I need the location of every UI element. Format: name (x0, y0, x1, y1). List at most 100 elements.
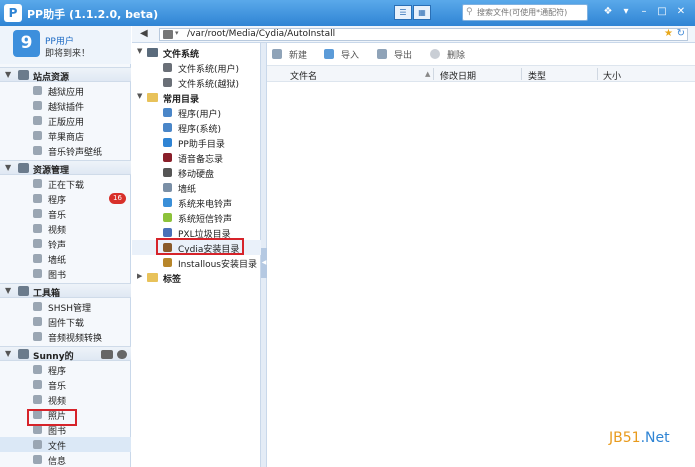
search-box[interactable]: ⚲ (462, 4, 588, 21)
import-button[interactable]: 导入 (324, 48, 364, 61)
tree-group-filesystem[interactable]: ▼ 文件系统 (132, 45, 261, 60)
export-button[interactable]: 导出 (377, 48, 417, 61)
pp-icon (163, 138, 172, 147)
sidebar-item-firmware[interactable]: 固件下载 (0, 314, 131, 329)
sidebar-item-shsh[interactable]: SHSH管理 (0, 299, 131, 314)
section-site-resources[interactable]: ▼ 站点资源 (0, 67, 131, 83)
sidebar-item-apple-store[interactable]: 苹果商店 (0, 128, 131, 143)
sidebar-item-device-music[interactable]: 音乐 (0, 377, 131, 392)
search-input[interactable] (477, 6, 585, 19)
shsh-icon (33, 302, 42, 311)
column-header-size[interactable]: 大小 (603, 69, 621, 82)
app-title: PP助手 (1.1.2.0, beta) (27, 8, 159, 21)
highlight-box-files (27, 409, 77, 426)
file-table-header: 文件名 ▲ 修改日期 类型 大小 (267, 65, 695, 82)
sidebar-item-jailbreak-apps[interactable]: 越狱应用 (0, 83, 131, 98)
tree-item-installous-dir[interactable]: Installous安装目录 (132, 255, 261, 270)
download-icon (33, 179, 42, 188)
tree-group-tags[interactable]: ▶ 标签 (132, 270, 261, 285)
sidebar-item-ringtones[interactable]: 铃声 (0, 236, 131, 251)
video-icon (33, 395, 42, 404)
sidebar-item-programs[interactable]: 程序 16 (0, 191, 131, 206)
column-divider[interactable] (433, 68, 434, 80)
sidebar-item-av-convert[interactable]: 音频视频转换 (0, 329, 131, 344)
section-toolbox[interactable]: ▼ 工具箱 (0, 283, 131, 299)
dropdown-icon[interactable]: ▾ (175, 29, 179, 37)
column-header-modified[interactable]: 修改日期 (440, 69, 476, 82)
wallpaper-icon (33, 254, 42, 263)
column-divider[interactable] (597, 68, 598, 80)
chevron-down-icon: ▼ (137, 92, 143, 100)
grid-view-icon[interactable]: ▦ (413, 5, 431, 20)
skin-icon[interactable]: ❖ (600, 5, 616, 19)
tree-item-mobile-disk[interactable]: 移动硬盘 (132, 165, 261, 180)
tree-item-fs-user[interactable]: 文件系统(用户) (132, 60, 261, 75)
device-icon (18, 349, 29, 359)
tree-item-sms-ringtone[interactable]: 系统短信铃声 (132, 210, 261, 225)
column-header-type[interactable]: 类型 (528, 69, 546, 82)
book-icon (33, 425, 42, 434)
book-icon (33, 269, 42, 278)
app-logo: P (4, 4, 22, 22)
toolbox-icon (18, 286, 29, 296)
sidebar-item-books[interactable]: 图书 (0, 266, 131, 281)
sidebar-item-jailbreak-plugins[interactable]: 越狱插件 (0, 98, 131, 113)
chevron-down-icon: ▼ (137, 47, 143, 55)
tree-group-common[interactable]: ▼ 常用目录 (132, 90, 261, 105)
sidebar-item-device-messages[interactable]: 信息 (0, 452, 131, 467)
path-text[interactable]: /var/root/Media/Cydia/AutoInstall (187, 29, 335, 39)
star-icon[interactable]: ★ (664, 28, 673, 39)
battery-icon (101, 350, 113, 359)
search-icon: ⚲ (466, 7, 473, 17)
sort-arrow-icon[interactable]: ▲ (425, 70, 430, 78)
avatar: 9 (13, 30, 40, 57)
sidebar-item-downloading[interactable]: 正在下载 (0, 176, 131, 191)
title-bar: P PP助手 (1.1.2.0, beta) ☰ ▦ ⚲ ❖ ▾ – □ ✕ (0, 0, 695, 26)
list-view-icon[interactable]: ☰ (394, 5, 412, 20)
home-icon (18, 70, 29, 80)
menu-icon[interactable]: ▾ (618, 5, 634, 19)
sidebar-item-device-programs[interactable]: 程序 (0, 362, 131, 377)
delete-button[interactable]: 删除 (430, 48, 470, 61)
tree-item-wallpaper[interactable]: 墙纸 (132, 180, 261, 195)
maximize-icon[interactable]: □ (654, 5, 670, 19)
chevron-right-icon: ▶ (137, 272, 143, 280)
tree-item-fs-jailbreak[interactable]: 文件系统(越狱) (132, 75, 261, 90)
watermark: JB51.Net (609, 430, 670, 446)
sidebar-item-official-apps[interactable]: 正版应用 (0, 113, 131, 128)
new-button[interactable]: 新建 (272, 48, 312, 61)
column-divider[interactable] (521, 68, 522, 80)
eject-icon[interactable] (117, 350, 127, 359)
minimize-icon[interactable]: – (636, 5, 652, 19)
refresh-icon[interactable]: ↻ (677, 28, 685, 39)
sidebar-item-music-ringtone-wallpaper[interactable]: 音乐铃声壁纸 (0, 143, 131, 158)
section-resource-management[interactable]: ▼ 资源管理 (0, 160, 131, 176)
collapse-icon[interactable]: ◀ (261, 248, 267, 278)
sidebar-item-video[interactable]: 视频 (0, 221, 131, 236)
scrollbar[interactable] (682, 82, 695, 467)
close-icon[interactable]: ✕ (673, 5, 689, 19)
tree-item-programs-user[interactable]: 程序(用户) (132, 105, 261, 120)
tree-item-call-ringtone[interactable]: 系统来电铃声 (132, 195, 261, 210)
drive-icon (163, 63, 172, 72)
column-header-name[interactable]: 文件名 (290, 69, 317, 82)
new-folder-icon (272, 49, 282, 59)
delete-icon (430, 49, 440, 59)
path-field[interactable]: ▾ /var/root/Media/Cydia/AutoInstall ★ ↻ (159, 28, 688, 41)
ringtone-icon (33, 239, 42, 248)
splitter-handle[interactable]: ◀ (261, 43, 267, 467)
program-icon (33, 365, 42, 374)
sidebar-item-device-files[interactable]: 文件 (0, 437, 131, 452)
sidebar-item-device-video[interactable]: 视频 (0, 392, 131, 407)
sidebar-item-wallpaper[interactable]: 墙纸 (0, 251, 131, 266)
tree-item-programs-system[interactable]: 程序(系统) (132, 120, 261, 135)
installous-icon (163, 258, 172, 267)
back-icon[interactable]: ◀ (140, 28, 148, 39)
tree-item-pp-dir[interactable]: PP助手目录 (132, 135, 261, 150)
user-panel[interactable]: 9 PP用户 即将到来！ (0, 26, 131, 64)
sidebar-item-music[interactable]: 音乐 (0, 206, 131, 221)
video-icon (33, 224, 42, 233)
tree-item-voice-memo[interactable]: 语音备忘录 (132, 150, 261, 165)
section-device[interactable]: ▼ Sunny的 (0, 346, 131, 362)
chevron-down-icon: ▼ (5, 349, 12, 358)
